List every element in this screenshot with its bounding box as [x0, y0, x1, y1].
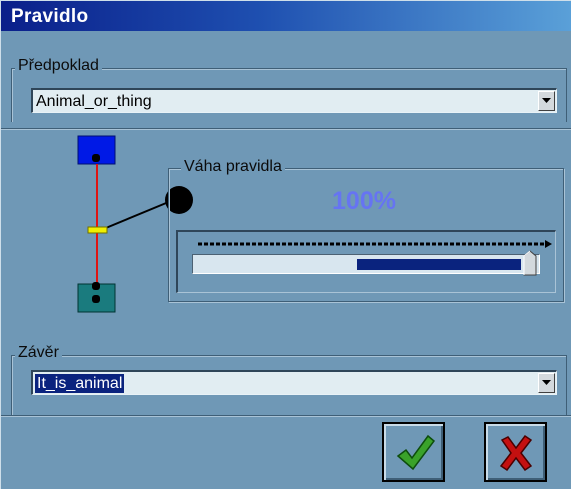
window-title: Pravidlo	[11, 6, 89, 27]
rule-dialog: Pravidlo Předpoklad Animal_or_thing Váha…	[0, 0, 571, 489]
title-bar[interactable]: Pravidlo	[1, 1, 571, 31]
weight-slider-fill	[357, 259, 521, 270]
weight-slider-thumb[interactable]	[521, 250, 539, 276]
conclusion-combo[interactable]: It_is_animal	[31, 370, 557, 395]
conclusion-combo-value: It_is_animal	[35, 374, 125, 393]
chevron-down-icon	[542, 98, 551, 103]
separator-bottom	[1, 415, 571, 417]
premise-combo-value: Animal_or_thing	[36, 93, 152, 110]
weight-label: Váha pravidla	[181, 158, 285, 176]
tick-scale	[198, 240, 552, 248]
weight-slider-track[interactable]	[192, 250, 540, 276]
conclusion-combo-dropdown-button[interactable]	[538, 373, 555, 393]
chevron-down-icon	[542, 380, 551, 385]
ok-button[interactable]	[382, 422, 445, 482]
green-check-icon	[396, 434, 436, 471]
weight-marker-icon	[87, 226, 108, 234]
cancel-button[interactable]	[484, 422, 547, 482]
conclusion-node-icon	[77, 282, 116, 313]
weight-link-line	[100, 200, 172, 231]
premise-combo[interactable]: Animal_or_thing	[31, 88, 557, 113]
weight-slider-panel	[176, 230, 556, 293]
weight-percent-readout: 100%	[332, 187, 396, 215]
premise-combo-dropdown-button[interactable]	[538, 91, 555, 111]
premise-node-icon	[77, 135, 116, 165]
red-x-icon	[499, 434, 533, 472]
premise-label: Předpoklad	[15, 57, 102, 75]
conclusion-label: Závěr	[15, 344, 62, 362]
